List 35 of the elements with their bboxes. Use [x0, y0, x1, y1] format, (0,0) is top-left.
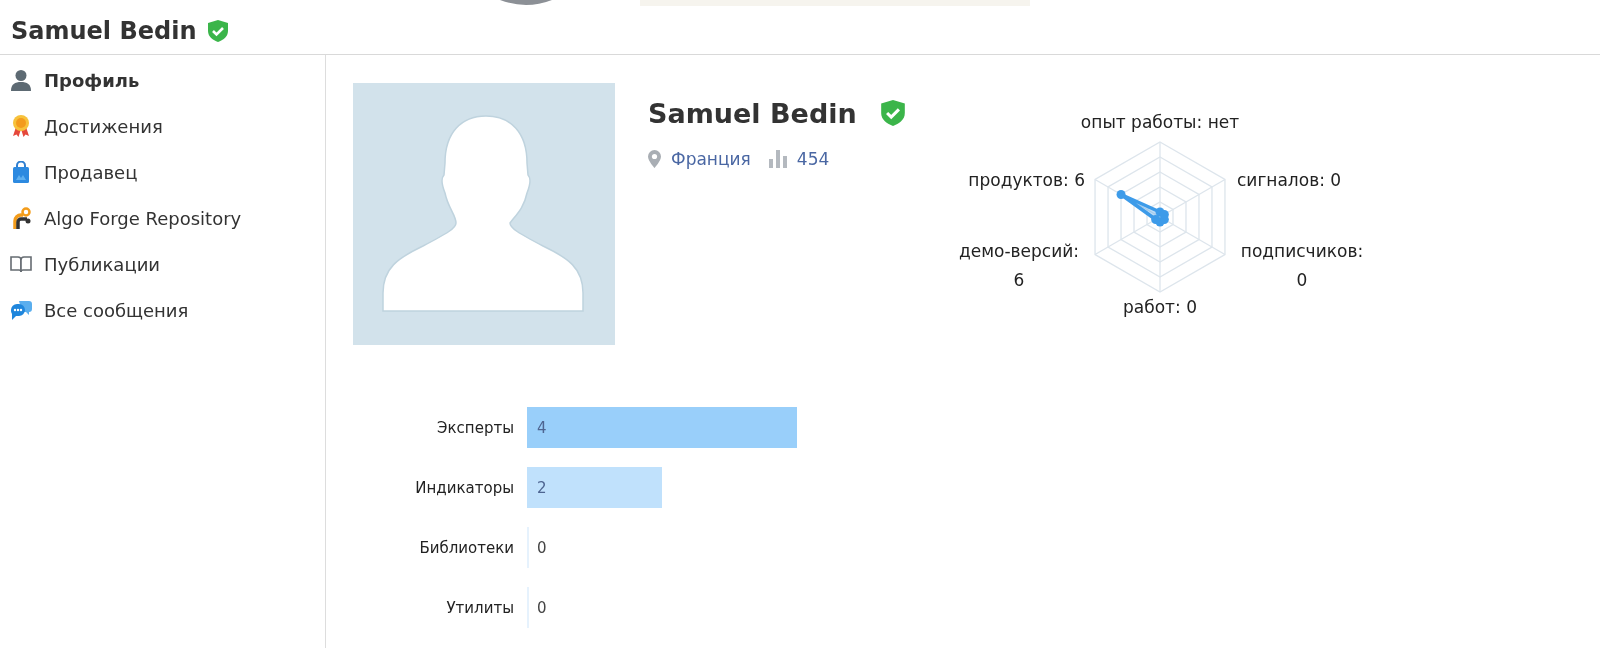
category-label: Библиотеки [419, 539, 514, 557]
page-title: Samuel Bedin [11, 17, 197, 45]
radar-axis-label: подписчиков: 0 [1239, 240, 1365, 292]
book-icon [10, 253, 32, 275]
chat-bubbles-icon [10, 299, 32, 321]
circle-edge-drawing [500, 0, 552, 6]
bar-chart-icon [768, 150, 787, 168]
value-label: 0 [537, 539, 547, 557]
radar-point [1151, 215, 1161, 224]
medal-icon [10, 115, 32, 137]
radar-axis-label: демо-версий: 6 [958, 240, 1080, 292]
sidebar-item[interactable]: Продавец [0, 149, 325, 195]
value-label: 0 [537, 599, 547, 617]
category-label: Эксперты [437, 419, 514, 437]
sidebar-item[interactable]: Algo Forge Repository [0, 195, 325, 241]
radar-axis-label: продуктов: 6 [968, 168, 1085, 192]
radar-axis-label: опыт работы: нет [1080, 110, 1240, 134]
radar-axis-label: сигналов: 0 [1237, 168, 1342, 192]
sidebar-item[interactable]: Публикации [0, 241, 325, 287]
country-link[interactable]: Франция [671, 149, 751, 169]
hook-icon [10, 207, 32, 229]
radar-axis-label: работ: 0 [1123, 295, 1197, 319]
sidebar-item[interactable]: Достижения [0, 103, 325, 149]
shopping-bag-icon [10, 161, 32, 183]
sidebar-item[interactable]: Все сообщения [0, 287, 325, 333]
value-label: 4 [537, 419, 547, 437]
rating-link[interactable]: 454 [796, 149, 830, 169]
sidebar-item[interactable]: Профиль [0, 57, 325, 103]
value-label: 2 [537, 479, 547, 497]
category-label: Утилиты [446, 599, 514, 617]
profile-name: Samuel Bedin [648, 97, 857, 129]
person-icon [10, 69, 32, 91]
radar-point [1116, 190, 1126, 199]
location-pin-icon [648, 150, 661, 168]
category-label: Индикаторы [415, 479, 514, 497]
